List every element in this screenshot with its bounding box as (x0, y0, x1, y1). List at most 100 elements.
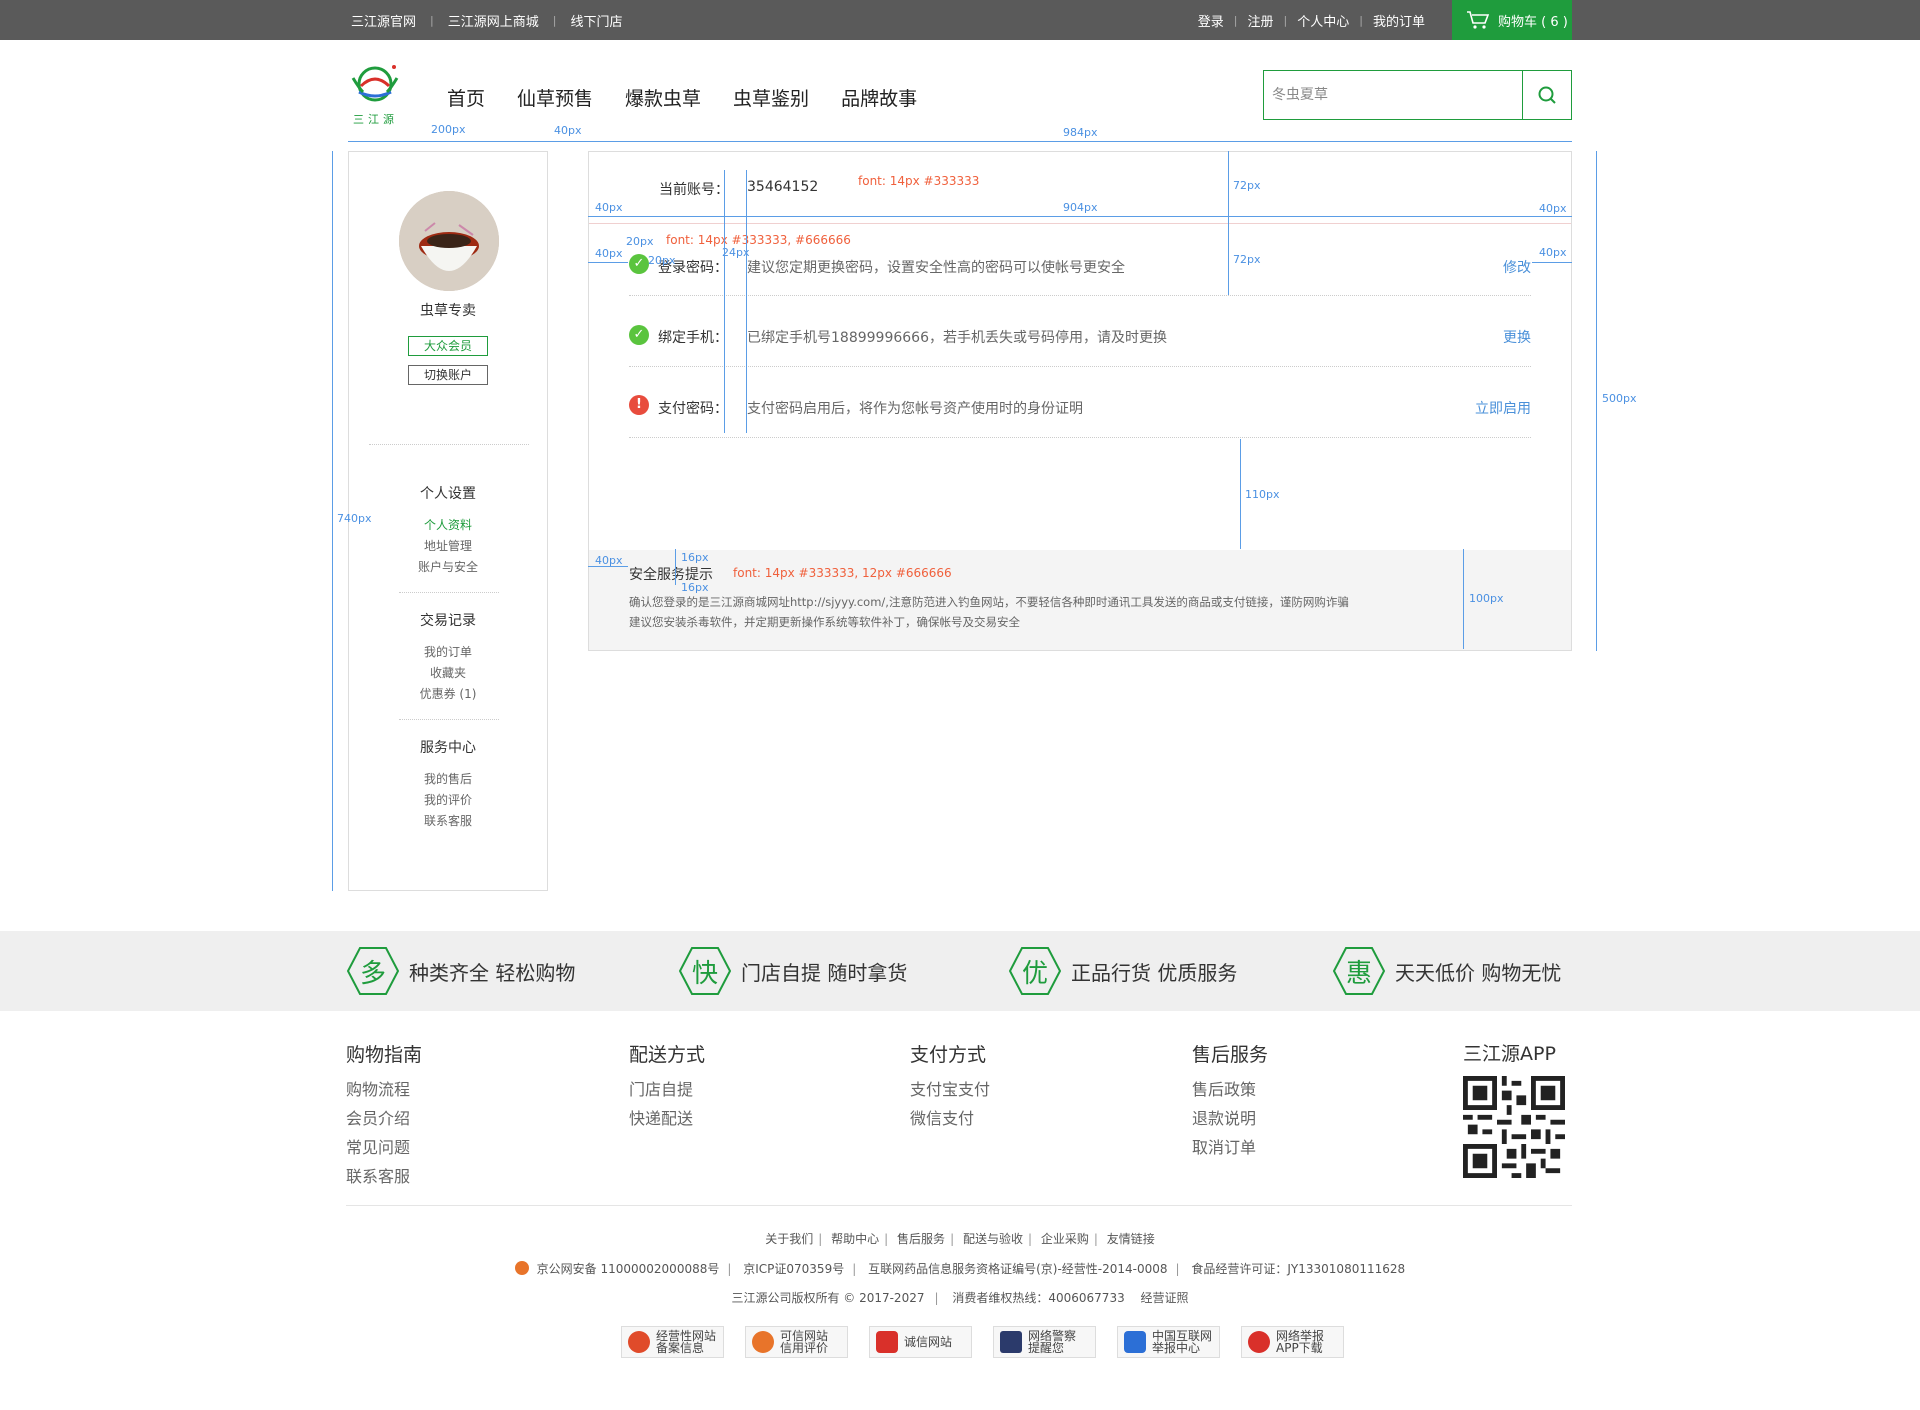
nav-identify[interactable]: 虫草鉴别 (733, 84, 809, 111)
feature-char: 多 (359, 958, 386, 989)
feature-item: 快 门店自提 随时拿货 (679, 931, 907, 1011)
cert-text: 提醒您 (1028, 1341, 1065, 1355)
divider (629, 437, 1531, 438)
footer-link[interactable]: 会员介绍 (346, 1104, 422, 1133)
change-password-link[interactable]: 修改 (1503, 257, 1531, 277)
sidebar-item-orders[interactable]: 我的订单 (349, 643, 547, 660)
annotation-line (1463, 549, 1464, 649)
change-phone-link[interactable]: 更换 (1503, 327, 1531, 347)
annotation-line (548, 141, 588, 142)
footer-link[interactable]: 常见问题 (346, 1133, 422, 1162)
sidebar-item-favorites[interactable]: 收藏夹 (349, 664, 547, 681)
cert-text: 信用评价 (780, 1341, 829, 1355)
sidebar-item-aftersale[interactable]: 我的售后 (349, 770, 547, 787)
divider (629, 295, 1531, 296)
feature-strip: 多 种类齐全 轻松购物 快 门店自提 随时拿货 优 正品行货 优质服务 惠 天天… (0, 931, 1920, 1011)
footer-link[interactable]: 购物流程 (346, 1075, 422, 1104)
certification-badges: 经营性网站 备案信息 可信网站 信用评价 诚信网站 网络警察 提醒您 中国互联网 举报中… (621, 1326, 1344, 1358)
annotation-label: 20px (648, 254, 676, 267)
footer-link[interactable]: 售后政策 (1192, 1075, 1268, 1104)
footer-column: 购物指南 购物流程 会员介绍 常见问题 联系客服 (346, 1040, 422, 1191)
nav-brand-story[interactable]: 品牌故事 (841, 84, 917, 111)
brand-logo[interactable]: 三江源 (347, 62, 403, 126)
annotation-line (588, 216, 1572, 217)
sidebar-item-address[interactable]: 地址管理 (349, 537, 547, 554)
switch-account-button[interactable]: 切换账户 (408, 365, 488, 385)
cert-badge[interactable]: 网络警察 提醒您 (993, 1326, 1096, 1358)
logo-text: 三江源 (353, 113, 398, 126)
footer-link[interactable]: 取消订单 (1192, 1133, 1268, 1162)
link-help[interactable]: 帮助中心 (831, 1232, 879, 1246)
license-food[interactable]: 食品经营许可证：JY13301080111628 (1191, 1262, 1405, 1276)
account-label: 当前账号： (659, 182, 729, 198)
license-drug[interactable]: 互联网药品信息服务资格证编号(京)-经营性-2014-0008 (868, 1262, 1167, 1276)
annotation-label: 16px (681, 581, 709, 594)
annotation-label: 40px (595, 554, 623, 567)
link-login[interactable]: 登录 (1198, 11, 1224, 30)
cert-badge[interactable]: 中国互联网 举报中心 (1117, 1326, 1220, 1358)
link-friends[interactable]: 友情链接 (1107, 1232, 1155, 1246)
annotation-font: font: 14px #333333, #666666 (666, 233, 851, 247)
divider (399, 719, 499, 720)
link-online-mall[interactable]: 三江源网上商城 (448, 11, 539, 30)
nav-hot-cordyceps[interactable]: 爆款虫草 (625, 84, 701, 111)
link-delivery[interactable]: 配送与验收 (963, 1232, 1023, 1246)
footer-link[interactable]: 退款说明 (1192, 1104, 1268, 1133)
link-register[interactable]: 注册 (1248, 11, 1274, 30)
footer-link[interactable]: 联系客服 (346, 1162, 422, 1191)
copyright: 三江源公司版权所有 © 2017-2027 (731, 1291, 925, 1305)
footer-link[interactable]: 微信支付 (910, 1104, 990, 1133)
cart-button[interactable]: 购物车 ( 6 ) (1452, 0, 1572, 40)
annotation-label: 984px (1063, 126, 1098, 139)
footer-link[interactable]: 支付宝支付 (910, 1075, 990, 1104)
link-my-orders[interactable]: 我的订单 (1373, 11, 1425, 30)
link-offline-store[interactable]: 线下门店 (570, 11, 622, 30)
footer-link[interactable]: 门店自提 (629, 1075, 705, 1104)
safety-tip-line: 建议您安装杀毒软件，并定期更新操作系统等软件补丁，确保帐号及交易安全 (629, 615, 1020, 629)
security-row-label: 支付密码： (658, 401, 728, 417)
top-bar: 三江源官网 | 三江源网上商城 | 线下门店 登录 | 注册 | 个人中心 | 我的订单 … (0, 0, 1920, 40)
link-user-center[interactable]: 个人中心 (1297, 11, 1349, 30)
search-input[interactable]: 冬虫夏草 (1264, 71, 1523, 119)
annotation-line (588, 141, 1572, 142)
sidebar-item-reviews[interactable]: 我的评价 (349, 791, 547, 808)
account-divider (589, 223, 1571, 224)
report-icon (1124, 1331, 1146, 1353)
link-enterprise[interactable]: 企业采购 (1041, 1232, 1089, 1246)
main-nav: 首页 仙草预售 爆款虫草 虫草鉴别 品牌故事 (447, 84, 917, 111)
sidebar-item-contact[interactable]: 联系客服 (349, 812, 547, 829)
nav-presale[interactable]: 仙草预售 (517, 84, 593, 111)
cert-badge[interactable]: 诚信网站 (869, 1326, 972, 1358)
qr-code-icon[interactable] (1463, 1076, 1565, 1178)
link-aftersale[interactable]: 售后服务 (897, 1232, 945, 1246)
footer-link[interactable]: 快递配送 (629, 1104, 705, 1133)
annotation-label: 20px (626, 235, 654, 248)
feature-item: 优 正品行货 优质服务 (1009, 931, 1237, 1011)
nav-home[interactable]: 首页 (447, 84, 485, 111)
sidebar: 虫草专卖 大众会员 切换账户 个人设置 个人资料 地址管理 账户与安全 交易记录… (348, 151, 548, 891)
license-icp[interactable]: 京ICP证070359号 (743, 1262, 844, 1276)
account-value: 35464152 (747, 179, 819, 195)
annotation-label: 40px (595, 247, 623, 260)
sidebar-item-coupons[interactable]: 优惠券 (1) (349, 685, 547, 702)
feature-text: 正品行货 优质服务 (1071, 960, 1238, 985)
hexagon-icon: 多 (347, 945, 399, 997)
search-button[interactable] (1523, 71, 1571, 119)
cert-badge[interactable]: 网络举报 APP下载 (1241, 1326, 1344, 1358)
divider (369, 444, 529, 445)
divider (629, 366, 1531, 367)
cert-badge[interactable]: 可信网站 信用评价 (745, 1326, 848, 1358)
cart-label: 购物车 ( 6 ) (1498, 14, 1568, 30)
feature-item: 惠 天天低价 购物无忧 (1333, 931, 1561, 1011)
license-police[interactable]: 京公网安备 11000002000088号 (537, 1262, 720, 1276)
sidebar-item-profile[interactable]: 个人资料 (349, 516, 547, 533)
safety-tip-box: 安全服务提示 确认您登录的是三江源商城网址http://sjyyy.com/,注… (589, 550, 1571, 650)
annotation-line (1228, 151, 1229, 223)
business-license-link[interactable]: 经营证照 (1141, 1291, 1189, 1305)
enable-pay-password-link[interactable]: 立即启用 (1475, 398, 1531, 418)
link-about[interactable]: 关于我们 (765, 1232, 813, 1246)
link-official-site[interactable]: 三江源官网 (351, 11, 416, 30)
sidebar-item-security[interactable]: 账户与安全 (349, 558, 547, 575)
feature-text: 天天低价 购物无忧 (1395, 960, 1562, 985)
cert-badge[interactable]: 经营性网站 备案信息 (621, 1326, 724, 1358)
